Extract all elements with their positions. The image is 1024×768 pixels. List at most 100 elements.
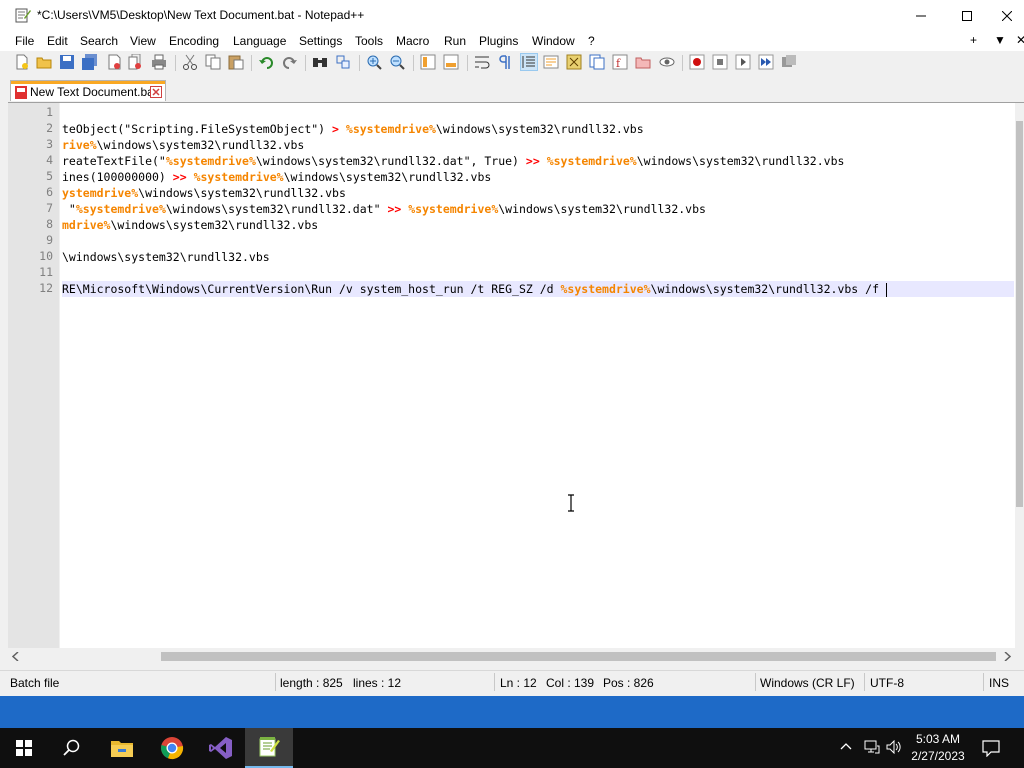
code-token: ines(100000000) — [62, 170, 173, 184]
cut-icon[interactable] — [182, 54, 198, 70]
vertical-scroll-thumb[interactable] — [1016, 121, 1023, 507]
line-number: 8 — [46, 217, 53, 231]
menu-macro[interactable]: Macro — [396, 34, 429, 48]
taskbar-search-button[interactable] — [48, 728, 96, 768]
menu-encoding[interactable]: Encoding — [169, 34, 219, 48]
folder-as-workspace-icon[interactable] — [635, 54, 651, 70]
tab-new-text-document[interactable]: New Text Document.bat — [10, 80, 166, 101]
taskbar-file-explorer[interactable] — [98, 728, 146, 768]
new-file-icon[interactable] — [14, 54, 30, 70]
unsaved-file-icon — [15, 86, 27, 99]
sync-horizontal-scroll-icon[interactable] — [443, 54, 459, 70]
replace-icon[interactable] — [335, 54, 351, 70]
menu-run[interactable]: Run — [444, 34, 466, 48]
menu-search[interactable]: Search — [80, 34, 118, 48]
code-line[interactable]: rive%\windows\system32\rundll32.vbs — [62, 137, 304, 153]
close-all-icon[interactable] — [128, 54, 144, 70]
status-encoding[interactable]: UTF-8 — [870, 676, 904, 690]
toolbar-separator — [413, 55, 414, 71]
notification-center-icon[interactable] — [982, 739, 1000, 757]
show-all-characters-icon[interactable] — [497, 54, 513, 70]
window-title: *C:\Users\VM5\Desktop\New Text Document.… — [37, 8, 365, 22]
notepadpp-app-icon — [15, 8, 31, 23]
undo-icon[interactable] — [258, 54, 274, 70]
code-line[interactable]: RE\Microsoft\Windows\CurrentVersion\Run … — [62, 281, 887, 297]
close-button[interactable] — [990, 0, 1024, 31]
vertical-scrollbar[interactable] — [1015, 103, 1024, 665]
function-list-icon[interactable]: f — [612, 54, 628, 70]
taskbar-notepadpp[interactable] — [245, 728, 293, 768]
code-line[interactable]: reateTextFile("%systemdrive%\windows\sys… — [62, 153, 844, 169]
document-list-icon[interactable] — [589, 54, 605, 70]
tab-list-dropdown[interactable]: ▼ — [994, 33, 1006, 47]
run-macro-multiple-icon[interactable] — [758, 54, 774, 70]
save-all-icon[interactable] — [82, 54, 98, 70]
code-line[interactable]: ines(100000000) >> %systemdrive%\windows… — [62, 169, 491, 185]
menu-view[interactable]: View — [130, 34, 156, 48]
scroll-right-icon[interactable] — [1003, 652, 1011, 661]
start-button[interactable] — [0, 728, 48, 768]
print-icon[interactable] — [151, 54, 167, 70]
menu-window[interactable]: Window — [532, 34, 575, 48]
menu-settings[interactable]: Settings — [299, 34, 342, 48]
horizontal-scroll-thumb[interactable] — [161, 652, 996, 661]
redo-icon[interactable] — [282, 54, 298, 70]
fold-margin — [59, 103, 60, 665]
taskbar-chrome[interactable] — [148, 728, 196, 768]
save-icon[interactable] — [59, 54, 75, 70]
record-macro-icon[interactable] — [689, 54, 705, 70]
menu-help[interactable]: ? — [588, 34, 595, 48]
maximize-icon — [962, 10, 972, 21]
indent-guide-icon[interactable] — [520, 53, 538, 71]
code-line[interactable]: ystemdrive%\windows\system32\rundll32.vb… — [62, 185, 346, 201]
code-line[interactable]: \windows\system32\rundll32.vbs — [62, 249, 270, 265]
status-separator — [755, 673, 756, 691]
menu-tools[interactable]: Tools — [355, 34, 383, 48]
notepadpp-icon — [259, 737, 280, 757]
word-wrap-icon[interactable] — [474, 54, 490, 70]
copy-icon[interactable] — [205, 54, 221, 70]
code-line[interactable]: "%systemdrive%\windows\system32\rundll32… — [62, 201, 706, 217]
open-file-icon[interactable] — [36, 54, 52, 70]
code-line[interactable]: mdrive%\windows\system32\rundll32.vbs — [62, 217, 318, 233]
user-defined-language-icon[interactable] — [543, 54, 559, 70]
horizontal-scrollbar[interactable] — [8, 648, 1024, 665]
taskbar-visual-studio[interactable] — [197, 728, 245, 768]
menu-file[interactable]: File — [15, 34, 34, 48]
monitoring-icon[interactable] — [659, 54, 675, 70]
menu-edit[interactable]: Edit — [47, 34, 68, 48]
code-line[interactable]: teObject("Scripting.FileSystemObject") >… — [62, 121, 644, 137]
search-icon — [63, 739, 80, 756]
save-macro-icon[interactable] — [781, 54, 797, 70]
paste-icon[interactable] — [228, 54, 244, 70]
zoom-out-icon[interactable] — [389, 54, 405, 70]
find-icon[interactable] — [312, 54, 328, 70]
text-cursor-icon — [568, 494, 574, 512]
menu-language[interactable]: Language — [233, 34, 286, 48]
volume-icon[interactable] — [886, 740, 902, 754]
editor-area[interactable]: 1 2 3 4 5 6 7 8 9 10 11 12 teObject("Scripting.File… — [8, 102, 1024, 665]
sync-vertical-scroll-icon[interactable] — [420, 54, 436, 70]
close-file-icon[interactable] — [106, 54, 122, 70]
status-insert-mode[interactable]: INS — [989, 676, 1009, 690]
network-icon[interactable] — [864, 740, 880, 754]
playback-macro-icon[interactable] — [735, 54, 751, 70]
new-tab-button[interactable]: + — [970, 33, 977, 47]
system-clock[interactable]: 5:03 AM 2/27/2023 — [905, 731, 971, 765]
document-map-icon[interactable] — [566, 54, 582, 70]
zoom-in-icon[interactable] — [366, 54, 382, 70]
maximize-button[interactable] — [944, 0, 990, 31]
scroll-left-icon[interactable] — [12, 652, 20, 661]
stop-recording-icon[interactable] — [712, 54, 728, 70]
tab-close-icon[interactable] — [150, 86, 162, 98]
status-eol-format[interactable]: Windows (CR LF) — [760, 676, 855, 690]
code-area[interactable]: teObject("Scripting.FileSystemObject") >… — [62, 103, 1014, 665]
show-hidden-icons-icon[interactable] — [840, 742, 852, 750]
code-token: \windows\system32\rundll32.vbs — [138, 186, 346, 200]
minimize-button[interactable] — [898, 0, 944, 31]
minimize-icon — [916, 15, 926, 16]
close-document-button[interactable]: ✕ — [1016, 33, 1024, 47]
menu-plugins[interactable]: Plugins — [479, 34, 518, 48]
